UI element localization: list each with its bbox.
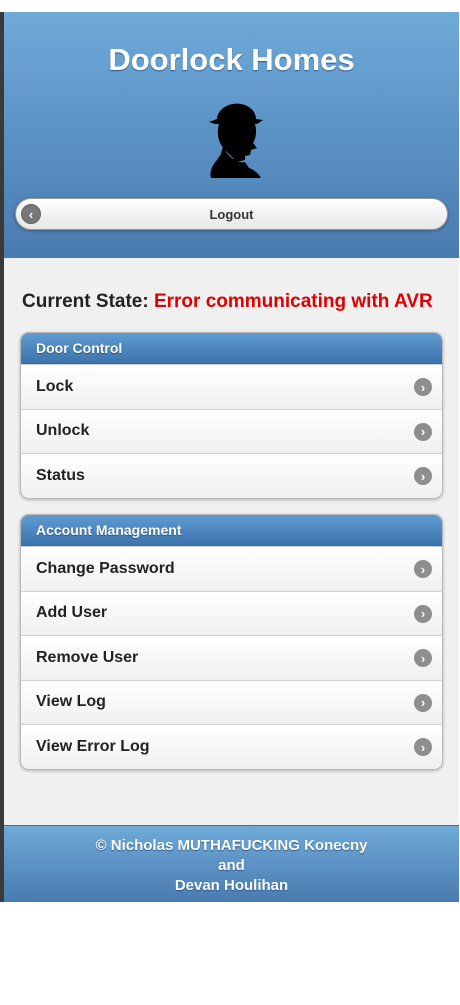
- chevron-right-icon: ›: [414, 604, 432, 623]
- current-state: Current State: Error communicating with …: [22, 291, 433, 313]
- footer-line-3: Devan Houlihan: [174, 877, 289, 894]
- account-management-group: Account Management Change Password › Add…: [20, 514, 443, 770]
- chevron-right-icon: ›: [414, 738, 432, 756]
- chevron-right-icon: ›: [414, 649, 432, 667]
- app-frame: Doorlock Homes ‹ Logout Current State: E…: [0, 12, 459, 902]
- chevron-right-icon: ›: [414, 422, 432, 441]
- menu-item-unlock[interactable]: Unlock ›: [21, 408, 442, 453]
- account-management-header: Account Management: [21, 515, 442, 546]
- footer: © Nicholas MUTHAFUCKING Konecny and Deva…: [4, 825, 459, 902]
- menu-item-remove-user[interactable]: Remove User ›: [21, 635, 442, 680]
- menu-item-label: Add User: [36, 604, 108, 622]
- menu-item-change-password[interactable]: Change Password ›: [21, 546, 442, 591]
- logout-label: Logout: [209, 206, 254, 222]
- menu-item-status[interactable]: Status ›: [21, 453, 442, 498]
- current-state-value: Error communicating with AVR: [153, 291, 433, 312]
- current-state-label: Current State:: [22, 291, 149, 312]
- logout-button[interactable]: ‹ Logout: [15, 198, 448, 230]
- menu-item-label: Change Password: [36, 559, 175, 577]
- menu-item-lock[interactable]: Lock ›: [21, 364, 442, 409]
- page-title: Doorlock Homes: [108, 42, 355, 77]
- menu-item-add-user[interactable]: Add User ›: [21, 590, 442, 635]
- chevron-right-icon: ›: [414, 560, 432, 578]
- menu-item-label: View Log: [36, 693, 106, 711]
- menu-item-label: Unlock: [36, 422, 90, 440]
- header: Doorlock Homes ‹ Logout: [4, 12, 459, 258]
- menu-item-label: Remove User: [36, 648, 139, 666]
- door-control-header: Door Control: [21, 333, 442, 364]
- chevron-right-icon: ›: [414, 378, 432, 396]
- menu-item-view-log[interactable]: View Log ›: [21, 679, 442, 724]
- footer-line-1: © Nicholas MUTHAFUCKING Konecny: [95, 837, 368, 854]
- footer-line-2: and: [218, 857, 245, 874]
- chevron-right-icon: ›: [414, 693, 432, 712]
- menu-item-view-error-log[interactable]: View Error Log ›: [21, 724, 442, 769]
- menu-item-label: Status: [36, 466, 85, 484]
- arrow-left-icon: ‹: [21, 204, 41, 224]
- menu-item-label: View Error Log: [36, 737, 150, 755]
- sherlock-silhouette-icon: [209, 103, 263, 178]
- menu-item-label: Lock: [36, 377, 74, 395]
- door-control-group: Door Control Lock › Unlock › Status ›: [20, 332, 443, 499]
- chevron-right-icon: ›: [414, 467, 432, 485]
